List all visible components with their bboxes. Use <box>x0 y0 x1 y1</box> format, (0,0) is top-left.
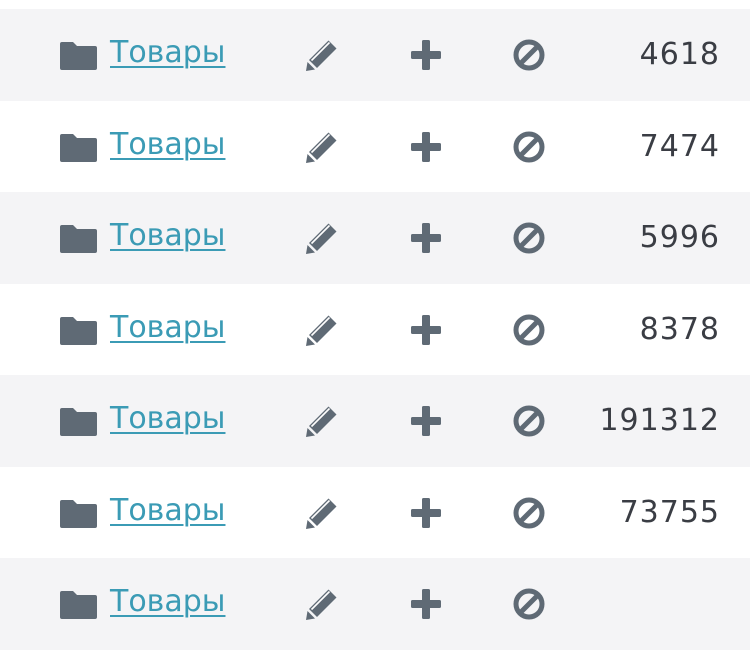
folder-icon <box>60 133 97 162</box>
plus-icon[interactable] <box>408 37 444 73</box>
item-count: 191312 <box>599 403 720 438</box>
table-row: Товары 4618 <box>0 9 750 101</box>
folder-icon <box>60 225 97 253</box>
plus-icon[interactable] <box>408 495 444 531</box>
block-icon[interactable] <box>511 312 547 348</box>
pencil-icon[interactable] <box>304 220 340 256</box>
category-link[interactable]: Товары <box>110 310 225 346</box>
item-count: 4618 <box>639 37 720 72</box>
block-icon[interactable] <box>511 495 547 531</box>
category-link[interactable]: Товары <box>110 401 225 437</box>
table-row: Товары 5996 <box>0 192 750 284</box>
block-icon[interactable] <box>511 586 547 622</box>
folder-icon <box>60 408 97 436</box>
plus-icon[interactable] <box>408 220 444 256</box>
pencil-icon[interactable] <box>304 129 340 165</box>
plus-icon[interactable] <box>408 403 444 439</box>
block-icon[interactable] <box>511 220 547 256</box>
folder-icon <box>60 591 97 619</box>
folder-icon <box>60 42 97 70</box>
category-link[interactable]: Товары <box>110 493 225 529</box>
item-count: 7474 <box>639 128 720 164</box>
table-row: Товары 7474 <box>0 100 750 192</box>
category-table: Товары 4618 Товары 7474 Товары 5996 Товары 8378… <box>0 9 750 650</box>
block-icon[interactable] <box>511 37 547 73</box>
table-row: Товары <box>0 558 750 650</box>
table-row: Товары 191312 <box>0 375 750 467</box>
category-link[interactable]: Товары <box>110 218 225 254</box>
item-count: 73755 <box>619 494 720 530</box>
item-count: 8378 <box>639 311 720 347</box>
pencil-icon[interactable] <box>304 403 340 439</box>
block-icon[interactable] <box>511 403 547 439</box>
plus-icon[interactable] <box>408 312 444 348</box>
category-link[interactable]: Товары <box>110 127 225 163</box>
block-icon[interactable] <box>511 129 547 165</box>
pencil-icon[interactable] <box>304 37 340 73</box>
item-count: 5996 <box>639 220 720 255</box>
category-link[interactable]: Товары <box>110 584 225 620</box>
pencil-icon[interactable] <box>304 586 340 622</box>
table-row: Товары 8378 <box>0 283 750 375</box>
plus-icon[interactable] <box>408 586 444 622</box>
category-link[interactable]: Товары <box>110 35 225 71</box>
table-row: Товары 73755 <box>0 466 750 558</box>
pencil-icon[interactable] <box>304 495 340 531</box>
folder-icon <box>60 316 97 345</box>
plus-icon[interactable] <box>408 129 444 165</box>
pencil-icon[interactable] <box>304 312 340 348</box>
folder-icon <box>60 499 97 528</box>
